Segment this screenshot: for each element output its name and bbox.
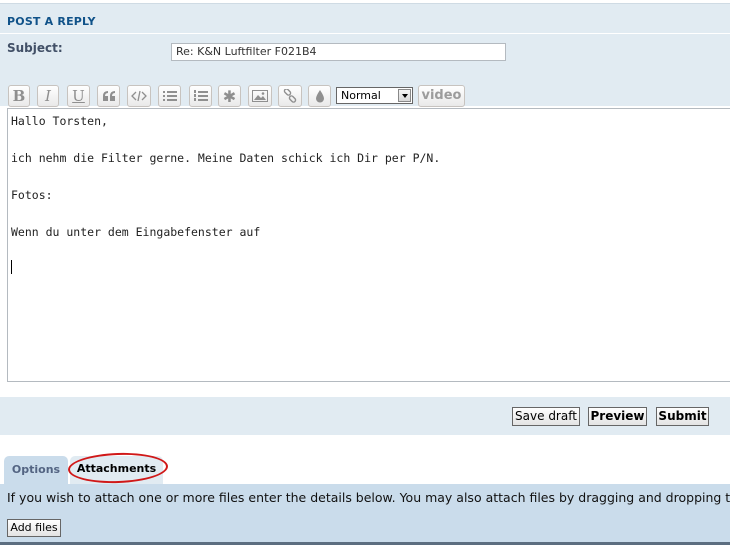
- underline-icon: U: [72, 87, 85, 105]
- subject-input[interactable]: Re: K&N Luftfilter F021B4: [171, 43, 506, 61]
- chevron-down-icon[interactable]: [398, 89, 411, 102]
- numbered-list-icon: [193, 90, 208, 101]
- italic-button[interactable]: I: [37, 85, 59, 107]
- underline-button[interactable]: U: [67, 85, 90, 107]
- title-divider: [0, 33, 730, 34]
- subject-label: Subject:: [7, 41, 63, 55]
- font-size-select[interactable]: Normal: [336, 87, 413, 104]
- attachments-info-text: If you wish to attach one or more files …: [7, 490, 730, 505]
- message-textarea[interactable]: Hallo Torsten, ich nehm die Filter gerne…: [7, 108, 730, 382]
- bold-icon: B: [12, 87, 26, 105]
- save-draft-button[interactable]: Save draft: [512, 407, 580, 426]
- link-icon: [283, 89, 297, 103]
- list-icon: [162, 91, 177, 101]
- text-caret: [11, 260, 12, 274]
- list-item-button[interactable]: ✱: [218, 85, 241, 107]
- submit-button[interactable]: Submit: [656, 407, 709, 426]
- add-files-button[interactable]: Add files: [7, 519, 61, 537]
- bullet-list-button[interactable]: [158, 85, 181, 107]
- link-button[interactable]: [278, 85, 302, 107]
- image-button[interactable]: [248, 85, 272, 107]
- image-icon: [252, 90, 268, 102]
- attachments-panel: If you wish to attach one or more files …: [0, 484, 730, 545]
- code-button[interactable]: [127, 85, 151, 107]
- editor-line: Fotos:: [11, 188, 53, 202]
- post-reply-panel: POST A REPLY Subject: Re: K&N Luftfilter…: [0, 3, 730, 107]
- color-drop-icon: [315, 89, 324, 102]
- editor-line: ich nehm die Filter gerne. Meine Daten s…: [11, 151, 441, 165]
- quote-icon: [102, 91, 115, 101]
- italic-icon: I: [45, 87, 51, 105]
- star-icon: ✱: [222, 86, 237, 106]
- editor-line: Hallo Torsten,: [11, 114, 108, 128]
- tab-options[interactable]: Options: [4, 456, 68, 484]
- code-icon: [131, 90, 147, 102]
- preview-button[interactable]: Preview: [588, 407, 647, 426]
- quote-button[interactable]: [97, 85, 120, 107]
- section-title: POST A REPLY: [7, 15, 96, 28]
- numbered-list-button[interactable]: [189, 85, 212, 107]
- color-button[interactable]: [308, 85, 331, 107]
- bold-button[interactable]: B: [8, 85, 30, 107]
- font-size-value: Normal: [341, 89, 381, 102]
- editor-line: Wenn du unter dem Eingabefenster auf: [11, 225, 261, 239]
- video-button[interactable]: video: [418, 85, 465, 107]
- submit-panel: Save draft Preview Submit: [0, 397, 730, 435]
